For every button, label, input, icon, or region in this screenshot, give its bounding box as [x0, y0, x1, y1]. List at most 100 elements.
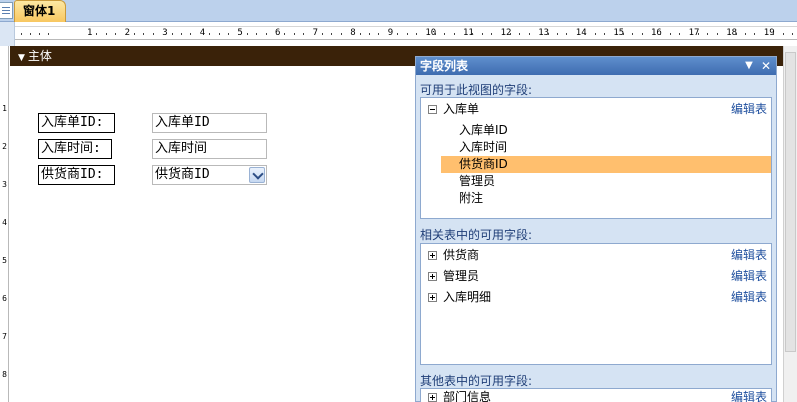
- tab-form1[interactable]: 窗体1: [14, 0, 66, 22]
- table-name: 入库单: [443, 102, 480, 116]
- field-item[interactable]: 管理员: [441, 173, 771, 190]
- label-receipt-time[interactable]: 入库时间:: [38, 139, 112, 159]
- vertical-scrollbar[interactable]: [783, 46, 797, 402]
- tab-title: 窗体1: [23, 4, 56, 18]
- ruler-tick: [359, 33, 361, 35]
- field-list-pane: 字段列表 ▼ ✕ 可用于此视图的字段: 入库单 编辑表 入库单ID 入库时间 供…: [415, 56, 777, 402]
- related-table-name: 供货商: [443, 248, 480, 262]
- related-fields-heading: 相关表中的可用字段:: [420, 228, 533, 242]
- ruler-tick: [632, 33, 634, 35]
- edit-table-link[interactable]: 编辑表: [731, 101, 767, 118]
- ruler-tick: [622, 33, 624, 35]
- field-list-title[interactable]: 字段列表: [416, 57, 776, 75]
- label-supplier-id[interactable]: 供货商ID:: [38, 165, 115, 185]
- ruler-tick: [773, 33, 775, 35]
- expand-icon[interactable]: [428, 393, 437, 402]
- ruler-tick: [679, 33, 681, 35]
- related-fields-box: 供货商 编辑表 管理员 编辑表 入库明细 编辑表: [420, 243, 772, 365]
- ruler-tick: [134, 33, 135, 35]
- ruler-tick: [604, 33, 605, 35]
- ruler-tick: [698, 33, 699, 35]
- table-row-receipt[interactable]: 入库单 编辑表: [421, 101, 771, 118]
- ruler-tick: [369, 33, 370, 35]
- other-fields-heading: 其他表中的可用字段:: [420, 374, 533, 388]
- ruler-tick: [481, 33, 483, 35]
- ruler-tick: [303, 33, 305, 35]
- ruler-tick: [547, 33, 549, 35]
- chevron-down-icon[interactable]: [249, 167, 265, 183]
- ruler-tick: [96, 33, 98, 35]
- ruler-tick: [660, 33, 662, 35]
- form-detail-area[interactable]: 入库单ID: 入库单ID 入库时间: 入库时间 供货商ID: 供货商ID: [10, 66, 415, 402]
- ruler-number: 7: [312, 28, 319, 38]
- ruler-number: 4: [199, 28, 206, 38]
- ruler-tick: [152, 33, 154, 35]
- ruler-tick: [491, 33, 493, 35]
- ruler-tick: [397, 33, 399, 35]
- textbox-receipt-id[interactable]: 入库单ID: [152, 113, 267, 133]
- edit-table-link[interactable]: 编辑表: [731, 289, 767, 306]
- ruler-number: 3: [162, 28, 168, 38]
- ruler-tick: [218, 33, 220, 35]
- related-table-row[interactable]: 入库明细 编辑表: [421, 289, 771, 306]
- expand-icon[interactable]: [428, 272, 437, 281]
- vruler-number: 5: [2, 256, 7, 265]
- ruler-tick: [669, 33, 671, 35]
- ruler-tick: [641, 33, 643, 35]
- edit-table-link[interactable]: 编辑表: [731, 268, 767, 285]
- pane-menu-icon[interactable]: ▼: [742, 57, 756, 75]
- other-table-name: 部门信息: [443, 390, 492, 402]
- ruler-tick: [322, 33, 323, 35]
- document-tab-strip: 窗体1: [0, 0, 797, 22]
- close-icon[interactable]: ✕: [759, 57, 773, 75]
- ruler-tick: [331, 33, 333, 35]
- vruler-number: 4: [2, 218, 7, 227]
- other-table-row[interactable]: 部门信息 编辑表: [421, 389, 771, 402]
- related-table-name: 入库明细: [443, 290, 492, 304]
- field-item[interactable]: 入库单ID: [441, 122, 771, 139]
- ruler-tick: [30, 33, 31, 35]
- ruler-number: 5: [237, 28, 243, 38]
- ruler-number: 6: [275, 28, 281, 38]
- ruler-tick: [519, 33, 521, 35]
- ruler-tick: [265, 33, 267, 35]
- combobox-supplier-id[interactable]: 供货商ID: [152, 165, 267, 185]
- available-fields-box: 入库单 编辑表 入库单ID 入库时间 供货商ID 管理员 附注: [420, 97, 772, 219]
- field-item-selected[interactable]: 供货商ID: [441, 156, 771, 173]
- ruler-number: 9: [387, 28, 394, 38]
- ruler-tick: [510, 33, 511, 35]
- ruler-number: 1: [87, 28, 93, 38]
- ruler-tick: [735, 33, 737, 35]
- collapse-icon[interactable]: [428, 105, 437, 114]
- expand-icon[interactable]: [428, 293, 437, 302]
- label-receipt-id[interactable]: 入库单ID:: [38, 113, 115, 133]
- ruler-tick: [39, 33, 40, 35]
- ruler-tick: [378, 33, 380, 35]
- ruler-tick: [792, 33, 793, 35]
- ruler-tick: [716, 33, 718, 35]
- ruler-tick: [228, 33, 229, 35]
- edit-table-link[interactable]: 编辑表: [731, 247, 767, 264]
- textbox-receipt-time[interactable]: 入库时间: [152, 139, 267, 159]
- scrollbar-thumb[interactable]: [785, 52, 796, 352]
- vruler-number: 6: [2, 294, 7, 303]
- vruler-number: 7: [2, 332, 7, 341]
- ruler-tick: [585, 33, 587, 35]
- field-item[interactable]: 入库时间: [441, 139, 771, 156]
- ruler-tick: [143, 33, 145, 35]
- vruler-number: 8: [2, 370, 7, 379]
- expand-icon[interactable]: [428, 251, 437, 260]
- field-item[interactable]: 附注: [441, 190, 771, 207]
- related-table-row[interactable]: 管理员 编辑表: [421, 268, 771, 285]
- ruler-tick: [754, 33, 756, 35]
- edit-table-link[interactable]: 编辑表: [731, 389, 767, 402]
- related-table-row[interactable]: 供货商 编辑表: [421, 247, 771, 264]
- vruler-number: 3: [2, 180, 7, 189]
- ruler-tick: [209, 33, 211, 35]
- ruler-tick: [528, 33, 530, 35]
- vruler-number: 1: [2, 104, 7, 113]
- ruler-tick: [406, 33, 408, 35]
- ruler-tick: [171, 33, 173, 35]
- horizontal-ruler: 1234567891011121314151617181920: [15, 26, 797, 40]
- ruler-number: 8: [350, 28, 356, 38]
